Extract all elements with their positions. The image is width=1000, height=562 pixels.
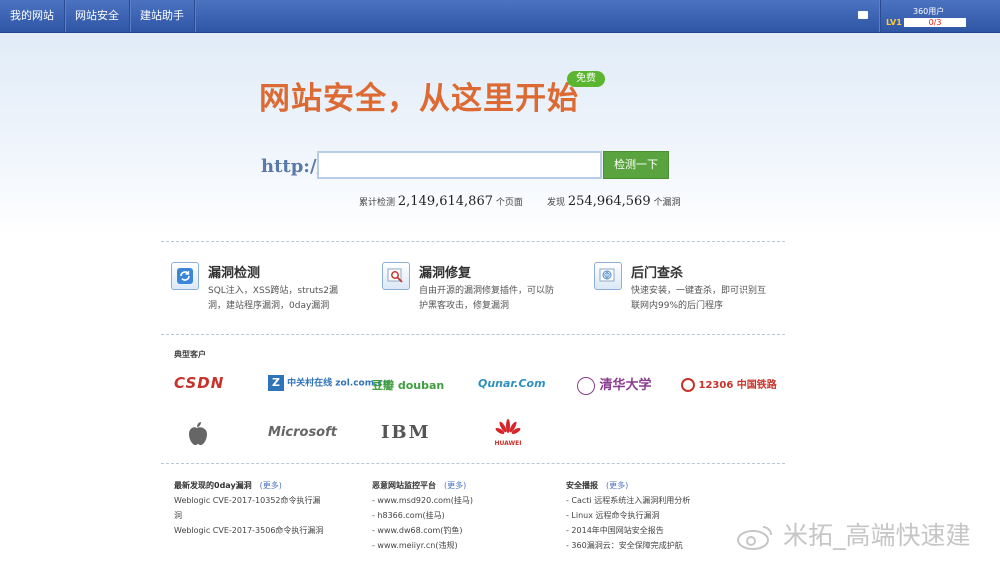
zol-z-icon: Z <box>268 375 284 391</box>
level-progress-bar: 0/3 <box>904 18 966 27</box>
malicious-sites-column: 恶意网站监控平台 (更多) - www.msd920.com(挂马) - h836… <box>372 478 473 553</box>
feature-desc: 快速安装，一键查杀，即可识别互联网内99%的后门程序 <box>631 286 767 311</box>
logo-csdn: CSDN <box>174 374 225 392</box>
more-link[interactable]: (更多) <box>444 481 466 490</box>
more-link[interactable]: (更多) <box>606 481 628 490</box>
stat-label: 累计检测 <box>359 198 396 208</box>
stat-unit: 个漏洞 <box>653 198 681 208</box>
security-news-column: 安全播报 (更多) - Cacti 远程系统注入漏洞利用分析 - Linux 远程… <box>566 478 690 553</box>
user-name[interactable]: 360用户 <box>913 6 944 17</box>
list-item[interactable]: - Linux 远程命令执行漏洞 <box>566 508 690 523</box>
list-item[interactable]: - 2014年中国网站安全报告 <box>566 523 690 538</box>
scan-button[interactable]: 检测一下 <box>603 151 669 179</box>
nav-my-sites[interactable]: 我的网站 <box>0 0 65 32</box>
customers-title: 典型客户 <box>174 350 206 359</box>
railway-icon <box>681 378 695 392</box>
level-progress-text: 0/3 <box>928 18 942 27</box>
divider <box>161 241 785 242</box>
feature-title: 后门查杀 <box>631 266 684 281</box>
weibo-icon <box>737 526 772 550</box>
user-panel[interactable]: 360用户 LV1 0/3 <box>880 0 1000 32</box>
zero-day-column: 最新发现的0day漏洞 (更多) Weblogic CVE-2017-10352命… <box>174 478 324 538</box>
main-nav: 我的网站 网站安全 建站助手 <box>0 0 195 32</box>
logo-ibm: IBM <box>381 422 431 443</box>
mail-icon[interactable] <box>858 11 868 19</box>
list-item[interactable]: Weblogic CVE-2017-3506命令执行漏洞 <box>174 523 324 538</box>
feature-title: 漏洞检测 <box>208 266 261 281</box>
list-item[interactable]: - www.dw68.com(钓鱼) <box>372 523 473 538</box>
fingerprint-icon <box>594 262 622 290</box>
list-item[interactable]: - 360漏洞云：安全保障完成护航 <box>566 538 690 553</box>
logo-12306: 12306 中国铁路 <box>681 376 777 392</box>
refresh-icon <box>171 262 199 290</box>
logo-apple <box>185 421 209 451</box>
stat-unit: 个页面 <box>495 198 523 208</box>
apple-icon <box>189 422 207 446</box>
stat-vulns-found: 发现 254,964,569 个漏洞 <box>547 194 681 209</box>
stat-value: 254,964,569 <box>567 194 651 209</box>
user-level: LV1 <box>886 18 902 27</box>
stat-value: 2,149,614,867 <box>397 194 493 209</box>
divider <box>161 334 785 335</box>
column-title: 最新发现的0day漏洞 <box>174 481 252 490</box>
magnifier-icon <box>382 262 410 290</box>
watermark: 米拓_高端快速建 <box>735 516 970 552</box>
feature-desc: 自由开源的漏洞修复插件，可以防护黑客攻击，修复漏洞 <box>419 286 555 311</box>
column-title: 恶意网站监控平台 <box>372 481 436 490</box>
logo-huawei: HUAWEI <box>494 418 522 447</box>
url-prefix: http:// <box>261 156 324 177</box>
tsinghua-seal-icon <box>577 376 595 395</box>
hero-title: 网站安全，从这里开始 <box>259 81 579 117</box>
feature-title: 漏洞修复 <box>419 266 472 281</box>
more-link[interactable]: (更多) <box>260 481 282 490</box>
logo-tsinghua: 清华大学 <box>577 374 652 395</box>
nav-site-assistant[interactable]: 建站助手 <box>130 0 195 32</box>
divider <box>161 463 785 464</box>
list-item[interactable]: - www.meiiyr.cn(违规) <box>372 538 473 553</box>
list-item[interactable]: - www.msd920.com(挂马) <box>372 493 473 508</box>
logo-qunar: Qunar.Com <box>478 377 546 390</box>
huawei-flower-icon <box>495 419 521 435</box>
list-item[interactable]: Weblogic CVE-2017-10352命令执行漏洞 <box>174 493 324 523</box>
list-item[interactable]: - h8366.com(挂马) <box>372 508 473 523</box>
stat-pages-scanned: 累计检测 2,149,614,867 个页面 <box>359 194 523 209</box>
list-item[interactable]: - Cacti 远程系统注入漏洞利用分析 <box>566 493 690 508</box>
nav-site-security[interactable]: 网站安全 <box>65 0 130 32</box>
stat-label: 发现 <box>547 198 566 208</box>
url-input[interactable] <box>317 151 602 179</box>
logo-microsoft: Microsoft <box>268 425 337 440</box>
free-badge: 免费 <box>567 71 605 87</box>
column-title: 安全播报 <box>566 481 598 490</box>
feature-desc: SQL注入，XSS跨站，struts2漏洞，建站程序漏洞，0day漏洞 <box>208 286 338 311</box>
top-nav-bar: 我的网站 网站安全 建站助手 360用户 LV1 0/3 <box>0 0 1000 33</box>
logo-douban: 豆瓣 douban <box>372 379 445 392</box>
